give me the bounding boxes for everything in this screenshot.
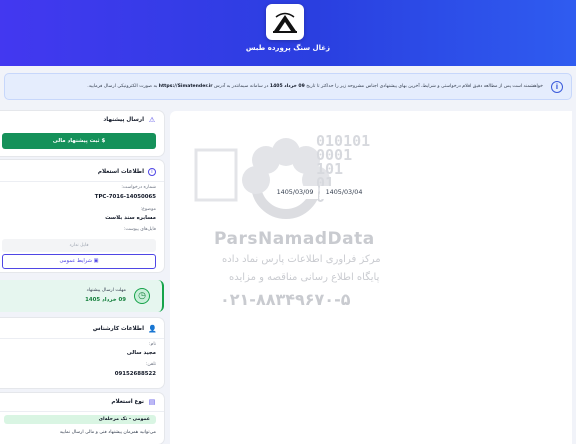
notice-date: 09 خرداد 1405 <box>269 84 305 89</box>
date-chip-1: 1405/03/09 <box>272 186 318 199</box>
inquiry-type-title: نوع استعلام <box>111 399 144 405</box>
request-number-label: شماره درخواست: <box>121 185 156 190</box>
offer-card-title: ارسال پیشنهاد <box>103 117 144 123</box>
document-icon: ▤ <box>148 398 156 406</box>
deadline-notice: i خواهشمند است پس از مطالعه دقیق اقلام د… <box>4 73 572 100</box>
expert-phone-value: 09152688522 <box>114 371 156 377</box>
watermark-line-2: پایگاه اطلاع رسانی مناقصه و مزایده <box>229 272 380 283</box>
header-banner: زغال سنگ پرورده طبس <box>0 0 576 66</box>
expert-card-title: اطلاعات کارشناس <box>92 326 144 332</box>
dollar-icon: $ <box>99 138 106 144</box>
divider <box>0 338 164 339</box>
subject-value: مسابره سند بلاست <box>105 215 156 221</box>
inquiry-type-badge: عمومی - تک مرحله‌ای <box>4 415 156 424</box>
inquiry-card-title: اطلاعات استعلام <box>97 169 144 175</box>
info-icon: i <box>551 81 563 93</box>
expert-name-value: مجید سالی <box>126 350 156 356</box>
expert-info-card: 👤 اطلاعات کارشناس نام: مجید سالی تلفن: 0… <box>0 318 164 388</box>
user-icon: 👤 <box>148 325 157 333</box>
watermark-brand: ParsNamadData <box>214 229 375 249</box>
attachments-placeholder: فایل ندارد <box>2 239 156 252</box>
info-icon: i <box>148 168 156 176</box>
file-icon: ▣ <box>91 258 99 264</box>
warning-icon: ⚠ <box>148 116 156 124</box>
general-terms-button[interactable]: ▣ شرایط عمومی <box>2 254 156 269</box>
expert-name-label: نام: <box>148 342 156 347</box>
date-chip-2: 1405/03/04 <box>320 186 368 199</box>
deadline-card: ◷ مهلت ارسال پیشنهاد 09 خرداد 1405 <box>0 280 164 312</box>
inquiry-type-description: می‌توانید همزمان پیشنهاد فنی و مالی ارسا… <box>59 430 156 435</box>
watermark-phone: ۰۲۱-۸۸۳۴۹۶۷۰-۵ <box>220 290 351 309</box>
divider <box>0 181 164 182</box>
mine-logo-icon <box>273 12 297 33</box>
subject-label: موضوع: <box>140 207 156 212</box>
company-logo <box>266 4 304 40</box>
notice-url[interactable]: https://Simatender.ir <box>159 84 213 89</box>
watermark-line-1: مرکز فراوری اطلاعات پارس نماد داده <box>222 254 381 265</box>
expert-phone-label: تلفن: <box>145 362 156 367</box>
inquiry-info-card: i اطلاعات استعلام شماره درخواست: TPC-701… <box>0 160 164 272</box>
offer-card: ⚠ ارسال پیشنهاد $ ثبت پیشنهاد مالی <box>0 111 164 156</box>
request-number-value: TPC-7016-14050065 <box>94 194 156 200</box>
deadline-label: مهلت ارسال پیشنهاد <box>86 288 126 293</box>
clock-icon: ◷ <box>134 288 150 304</box>
attachments-label: فایل‌های پیوست: <box>123 227 156 232</box>
notice-text: خواهشمند است پس از مطالعه دقیق اقلام درخ… <box>87 84 543 89</box>
submit-financial-offer-button[interactable]: $ ثبت پیشنهاد مالی <box>2 133 156 149</box>
brand-title: زغال سنگ پرورده طبس <box>245 44 331 52</box>
deadline-date: 09 خرداد 1405 <box>85 297 126 303</box>
divider <box>0 411 164 412</box>
